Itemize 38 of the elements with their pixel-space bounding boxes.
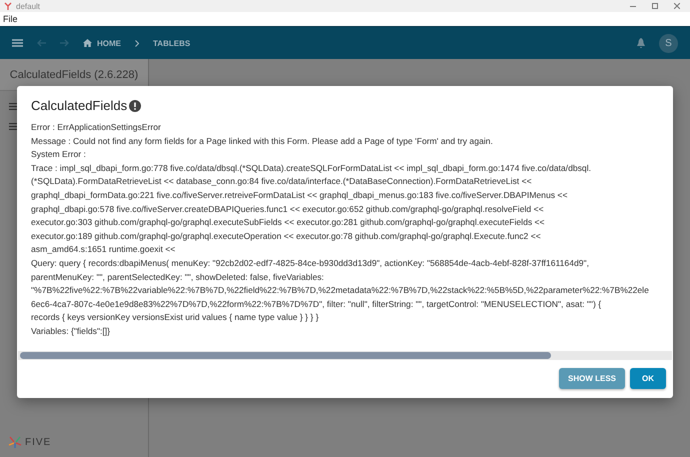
menu-item[interactable]: File [3,14,18,24]
scrollbar-thumb[interactable] [20,352,551,359]
error-text: System Error : [31,148,86,162]
logo-icon [8,436,22,449]
chevron-icon [135,40,139,46]
brand-name: FIVE [25,437,52,448]
app-icon [4,2,12,10]
error-text: parentMenuKey: "", parentSelectedKey: "", showDeleted: false, fiveVariables: [31,270,324,284]
error-text: Variables: {"fields":[]} [31,324,110,338]
show-less-button[interactable]: SHOW LESS [558,368,625,389]
breadcrumb-link[interactable]: TABLEBS [153,38,190,48]
list-icon[interactable] [9,123,17,130]
app-title: CalculatedFields (2.6.228) [10,68,138,80]
menu-icon[interactable] [12,39,23,47]
close-icon[interactable] [674,3,680,9]
error-text: records { keys versionKey versionsExist urid values { name type value } } } } [31,311,319,324]
dialog-title: CalculatedFields [31,98,128,113]
bell-icon[interactable] [637,38,645,48]
home-icon [83,39,92,47]
user-avatar[interactable]: S [659,34,678,52]
window-title: default [16,2,40,10]
error-text: Query: query { records:dbapiMenus( menuKey: "92cb2d02-edf7-4825-84ce-b930dd3d13d9", actionKey: "568854de-4acb-4ebf-828f-37ff161164d9", [31,256,589,270]
error-text: executor.go:303 github.com/graphql-go/graphql.executeSubFields << executor.go:281 github.com/graphql-go/graphql.executeFields << [31,216,545,230]
maximize-icon[interactable] [652,3,658,9]
error-text: "%7B%22five%22:%7B%22variable%22:%7B%7D,%22field%22:%7B%7D,%22metadata%22:%7B%7D,%22stack%22:%5B%5D,%22parameter%22:%7B%22ele [31,284,649,298]
error-text: Trace : impl_sql_dbapi_form.go:778 five.co/data/dbsql.(*SQLData).createSQLForFormDataList << impl_sql_dbapi_form.go:1474 five.co/data/dbsql. [31,162,592,175]
error-text: graphql_dbapi_formData.go:221 five.co/fiveServer.retreiveFormDataList << graphql_dbapi_menus.go:183 five.co/fiveServer.DBAPIMenus << [31,188,568,202]
error-text: 6ec6-4ca7-807c-4e0e1e9d8e83%22%7D%7D,%22form%22:%7B%7D%7D", filter: "null", filterString: "", targetControl: "MENUSELECTION", asat: "") { [31,298,602,311]
error-text: (*SQLData).FormDataRetrieveList << database_conn.go:84 five.co/data/interface.(*DataBaseConnection).FormDataRetrieveList << [31,175,532,188]
error-text: Error : ErrApplicationSettingsError [31,121,161,134]
list-icon[interactable] [9,103,17,110]
alert-icon [129,100,142,112]
error-text: asm_amd64.s:1651 runtime.goexit << [31,243,176,256]
breadcrumb-link[interactable]: HOME [83,38,121,48]
ok-button[interactable]: OK [630,368,666,389]
error-text: executor.go:189 github.com/graphql-go/graphql.executeOperation << executor.go:78 github.com/graphql-go/graphql.Execute.func2 << [31,230,541,243]
error-text: graphql_dbapi.go:578 five.co/fiveServer.createDBAPIQueries.func1 << executor.go:652 github.com/graphql-go/graphql.resolveField << [31,202,544,216]
error-text: Message : Could not find any form fields for a Page linked with this Form. Please add a Page of type 'Form' and try again. [31,134,493,148]
